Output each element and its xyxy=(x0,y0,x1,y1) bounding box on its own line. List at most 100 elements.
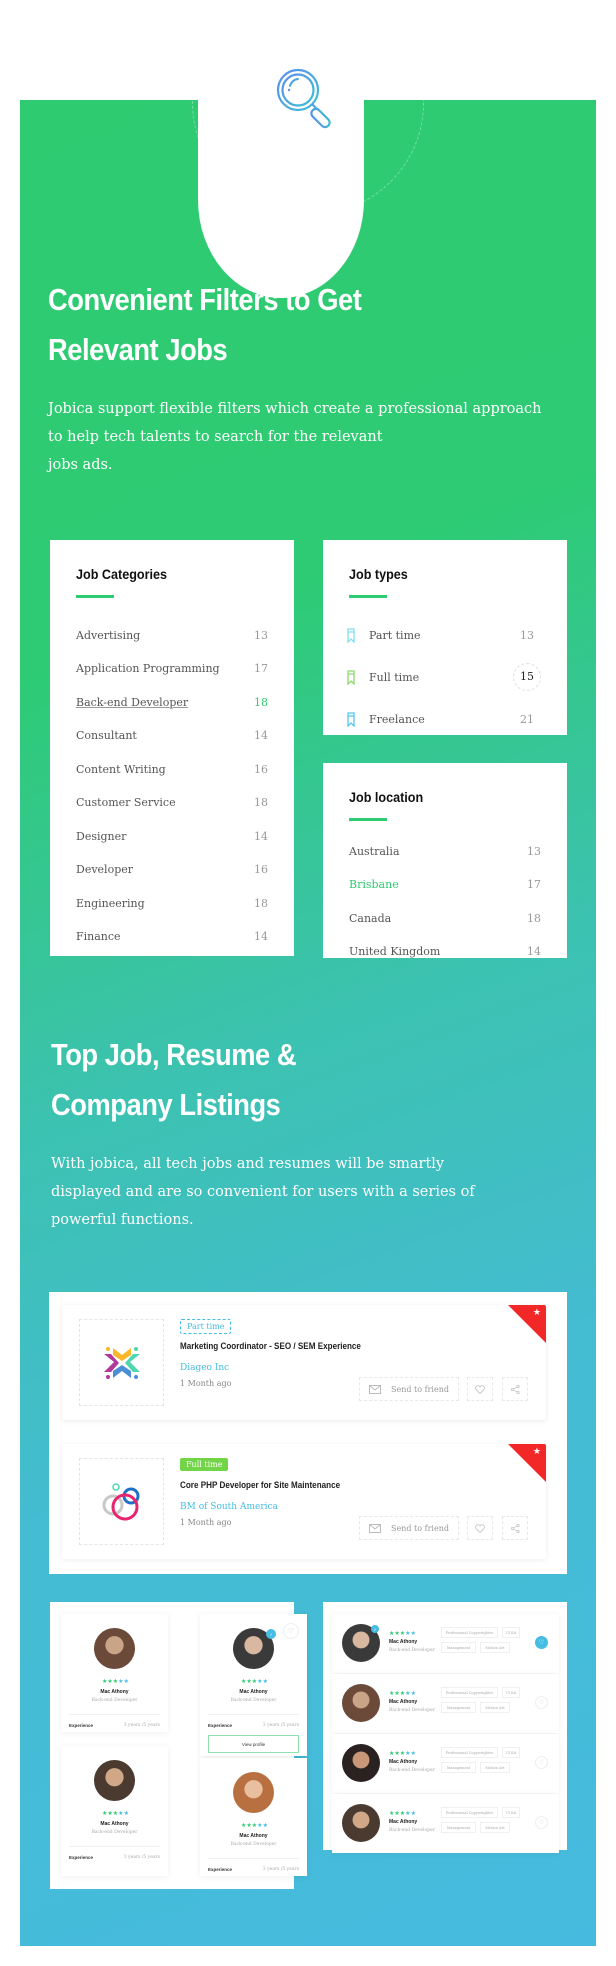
skill-tag: Motion Art xyxy=(480,1822,510,1833)
candidate-role: Back-end Developer xyxy=(91,1830,138,1835)
send-to-friend-button[interactable]: Send to friend xyxy=(359,1516,459,1540)
skill-tag: Professional Copywrighter xyxy=(441,1807,498,1818)
experience-value: 3 years /5 years xyxy=(123,1723,160,1728)
company-link[interactable]: Diageo Inc xyxy=(180,1363,229,1373)
title-underline xyxy=(76,595,114,598)
experience-row: Experience 3 years /5 years xyxy=(208,1714,299,1728)
category-label: Engineering xyxy=(76,896,145,910)
category-item[interactable]: Consultant 14 xyxy=(76,726,268,746)
skill-tag: Management xyxy=(441,1762,476,1773)
category-item[interactable]: Developer 16 xyxy=(76,860,268,880)
bm-logo-icon xyxy=(102,1482,139,1520)
candidate-avatar xyxy=(342,1684,380,1722)
category-item[interactable]: Designer 14 xyxy=(76,826,268,846)
candidate-name[interactable]: Mac Athony xyxy=(61,1821,168,1827)
location-label: Australia xyxy=(349,844,400,858)
share-button[interactable] xyxy=(502,1516,528,1540)
job-type-item[interactable]: Freelance 21 xyxy=(347,707,541,731)
favorite-button[interactable]: ♡ xyxy=(535,1636,548,1649)
favorite-button[interactable] xyxy=(467,1516,493,1540)
category-count: 13 xyxy=(254,628,268,642)
favorite-button[interactable] xyxy=(467,1377,493,1401)
category-count: 14 xyxy=(254,729,268,742)
candidate-name[interactable]: Mac Athony xyxy=(389,1639,417,1645)
candidate-card[interactable]: ★★★★★ Mac Athony Back-end Developer Experie… xyxy=(61,1614,168,1732)
skill-tag: Management xyxy=(441,1642,476,1653)
candidate-row[interactable]: ★★★★★ Mac Athony Back-end Developer Profess… xyxy=(332,1674,559,1733)
candidate-card[interactable]: ★★★★★ Mac Athony Back-end Developer Experie… xyxy=(200,1758,307,1876)
category-item[interactable]: Advertising 13 xyxy=(76,625,268,645)
rating-stars: ★★★★★ xyxy=(241,1822,268,1829)
location-item[interactable]: United Kingdom 14 xyxy=(349,942,541,962)
experience-label: Experience xyxy=(69,1855,94,1860)
rating-stars: ★★★★★ xyxy=(102,1678,129,1685)
location-count: 13 xyxy=(527,844,541,858)
candidate-card[interactable]: ★★★★★ Mac Athony Back-end Developer Experie… xyxy=(61,1746,168,1876)
card-title: Job types xyxy=(349,566,408,582)
job-type-item[interactable]: Full time 15 xyxy=(347,663,541,691)
company-link[interactable]: BM of South America xyxy=(180,1502,278,1512)
category-label: Advertising xyxy=(76,628,141,642)
category-count: 18 xyxy=(254,695,268,709)
location-item[interactable]: Canada 18 xyxy=(349,908,541,928)
category-label: Application Programming xyxy=(76,662,220,675)
heart-icon xyxy=(475,1384,485,1394)
candidate-row[interactable]: ✓ ★★★★★ Mac Athony Back-end Developer Profes… xyxy=(332,1614,559,1673)
location-item[interactable]: Australia 13 xyxy=(349,841,541,861)
category-item[interactable]: Content Writing 16 xyxy=(76,759,268,779)
bookmark-icon xyxy=(347,711,355,727)
job-title[interactable]: Marketing Coordinator - SEO / SEM Experi… xyxy=(180,1341,361,1351)
verified-badge-icon: ✓ xyxy=(266,1629,276,1639)
envelope-icon xyxy=(369,1384,382,1394)
candidate-card[interactable]: ✓ ♡ ★★★★★ Mac Athony Back-end Developer Exper… xyxy=(200,1614,307,1756)
category-item[interactable]: Finance 14 xyxy=(76,927,268,947)
category-item[interactable]: Customer Service 18 xyxy=(76,793,268,813)
job-listings-card: Part time Marketing Coordinator - SEO / … xyxy=(49,1292,567,1574)
candidate-role: Back-end Developer xyxy=(230,1842,277,1847)
candidate-name[interactable]: Mac Athony xyxy=(389,1699,417,1705)
share-icon xyxy=(510,1384,520,1394)
rating-stars: ★★★★★ xyxy=(102,1810,129,1817)
candidate-name[interactable]: Mac Athony xyxy=(389,1759,417,1765)
category-item[interactable]: Back-end Developer 18 xyxy=(76,692,268,712)
view-profile-button[interactable]: View profile xyxy=(208,1735,299,1753)
candidate-role: Back-end Developer xyxy=(389,1708,435,1713)
category-item[interactable]: Application Programming 17 xyxy=(76,659,268,679)
skill-tag: Motion Art xyxy=(480,1702,510,1713)
candidate-row[interactable]: ★★★★★ Mac Athony Back-end Developer Profess… xyxy=(332,1794,559,1853)
favorite-button[interactable]: ♡ xyxy=(283,1623,299,1639)
star-icon: ★ xyxy=(532,1447,541,1457)
favorite-button[interactable]: ♡ xyxy=(535,1696,548,1709)
job-title[interactable]: Core PHP Developer for Site Maintenance xyxy=(180,1480,340,1490)
candidate-row[interactable]: ★★★★★ Mac Athony Back-end Developer Profess… xyxy=(332,1734,559,1793)
location-item[interactable]: Brisbane 17 xyxy=(349,875,541,895)
job-listing[interactable]: Full time Core PHP Developer for Site Ma… xyxy=(62,1444,546,1559)
skill-tag: Professional Copywrighter xyxy=(441,1747,498,1758)
section1-title: Convenient Filters to Get Relevant Jobs xyxy=(48,282,362,367)
candidate-name[interactable]: Mac Athony xyxy=(200,1833,307,1839)
posted-time: 1 Month ago xyxy=(180,1379,232,1388)
job-type-item[interactable]: Part time 13 xyxy=(347,623,541,647)
envelope-icon xyxy=(369,1523,382,1533)
candidate-role: Back-end Developer xyxy=(230,1698,277,1703)
skill-tag: UI Kit xyxy=(502,1687,520,1698)
candidate-name[interactable]: Mac Athony xyxy=(200,1689,307,1695)
category-count: 16 xyxy=(254,762,268,776)
favorite-button[interactable]: ♡ xyxy=(535,1756,548,1769)
rating-stars: ★★★★★ xyxy=(389,1630,416,1637)
star-icon: ★ xyxy=(532,1308,541,1318)
candidate-avatar xyxy=(342,1744,380,1782)
experience-row: Experience 3 years /5 years xyxy=(69,1846,160,1860)
star-icon: ★ xyxy=(410,1810,416,1817)
category-label: Customer Service xyxy=(76,796,176,809)
job-listing[interactable]: Part time Marketing Coordinator - SEO / … xyxy=(62,1305,546,1420)
section1-description: Jobica support flexible filters which cr… xyxy=(48,401,542,473)
share-button[interactable] xyxy=(502,1377,528,1401)
candidate-name[interactable]: Mac Athony xyxy=(61,1689,168,1695)
job-type-label: Part time xyxy=(369,628,421,642)
send-to-friend-button[interactable]: Send to friend xyxy=(359,1377,459,1401)
candidate-name[interactable]: Mac Athony xyxy=(389,1819,417,1825)
category-item[interactable]: Engineering 18 xyxy=(76,893,268,913)
favorite-button[interactable]: ♡ xyxy=(535,1816,548,1829)
candidate-avatar xyxy=(342,1804,380,1842)
